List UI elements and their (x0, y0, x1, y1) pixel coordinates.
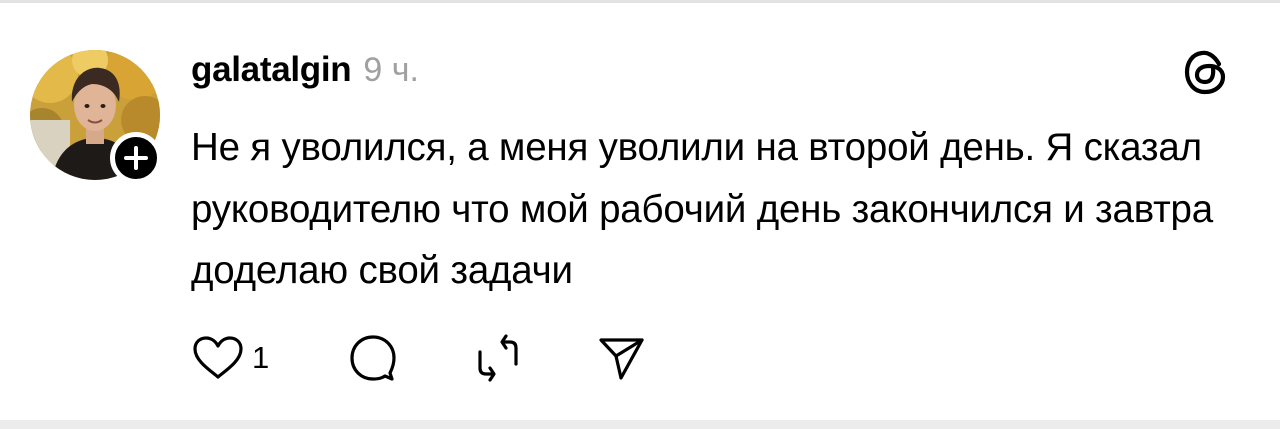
avatar-container[interactable] (30, 50, 162, 184)
share-button[interactable] (594, 330, 648, 386)
comment-bubble-icon (350, 335, 396, 381)
top-divider (0, 0, 1280, 3)
repost-icon (478, 334, 518, 382)
heart-icon (193, 336, 243, 379)
like-button[interactable]: 1 (190, 330, 269, 386)
plus-icon (124, 146, 148, 170)
timestamp: 9 ч. (363, 51, 419, 89)
reply-button[interactable] (346, 330, 398, 386)
follow-button[interactable] (110, 132, 162, 184)
threads-logo-icon[interactable] (1183, 47, 1227, 97)
repost-button[interactable] (470, 330, 526, 386)
send-icon (599, 338, 644, 380)
username[interactable]: galatalgin (191, 50, 352, 90)
bottom-divider (0, 420, 1280, 429)
like-count: 1 (252, 340, 270, 375)
post-text: Не я уволился, а меня уволили на второй … (191, 126, 1213, 292)
post-header: galatalgin 9 ч. (191, 50, 419, 98)
